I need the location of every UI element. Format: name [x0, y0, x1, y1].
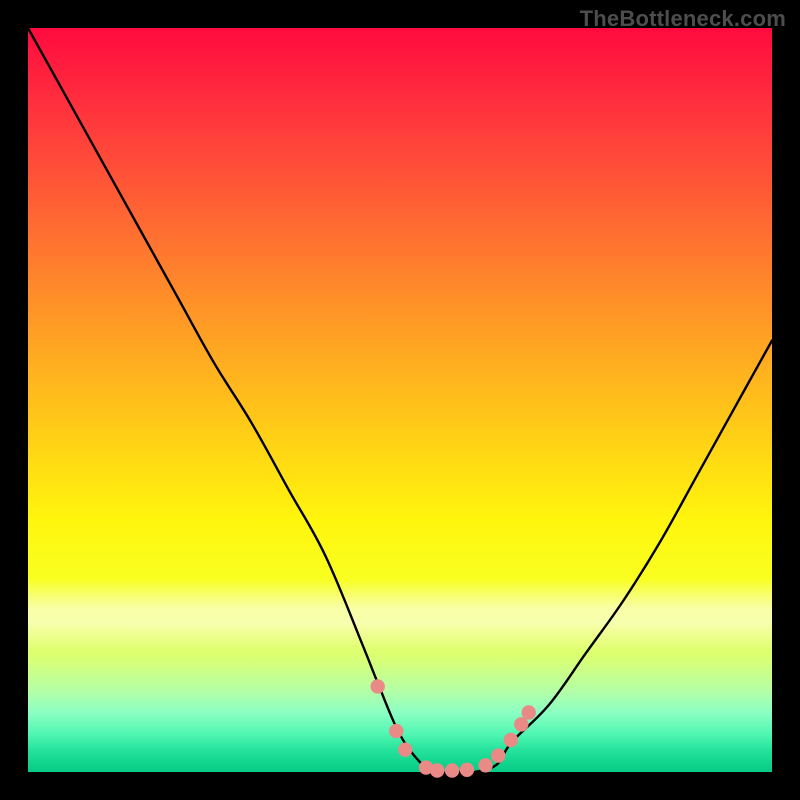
marker-dot	[370, 679, 384, 693]
marker-dot	[419, 760, 433, 774]
marker-dot	[514, 717, 528, 731]
marker-dot	[504, 733, 518, 747]
highlight-band	[28, 579, 772, 653]
marker-dots	[370, 679, 535, 777]
chart-svg	[28, 28, 772, 772]
marker-dot	[522, 705, 536, 719]
marker-dot	[389, 724, 403, 738]
marker-dot	[445, 763, 459, 777]
marker-dot	[491, 748, 505, 762]
marker-dot	[478, 758, 492, 772]
chart-frame: TheBottleneck.com	[0, 0, 800, 800]
marker-dot	[398, 742, 412, 756]
marker-dot	[430, 763, 444, 777]
plot-area	[28, 28, 772, 772]
curve-line	[28, 28, 772, 773]
marker-dot	[460, 763, 474, 777]
